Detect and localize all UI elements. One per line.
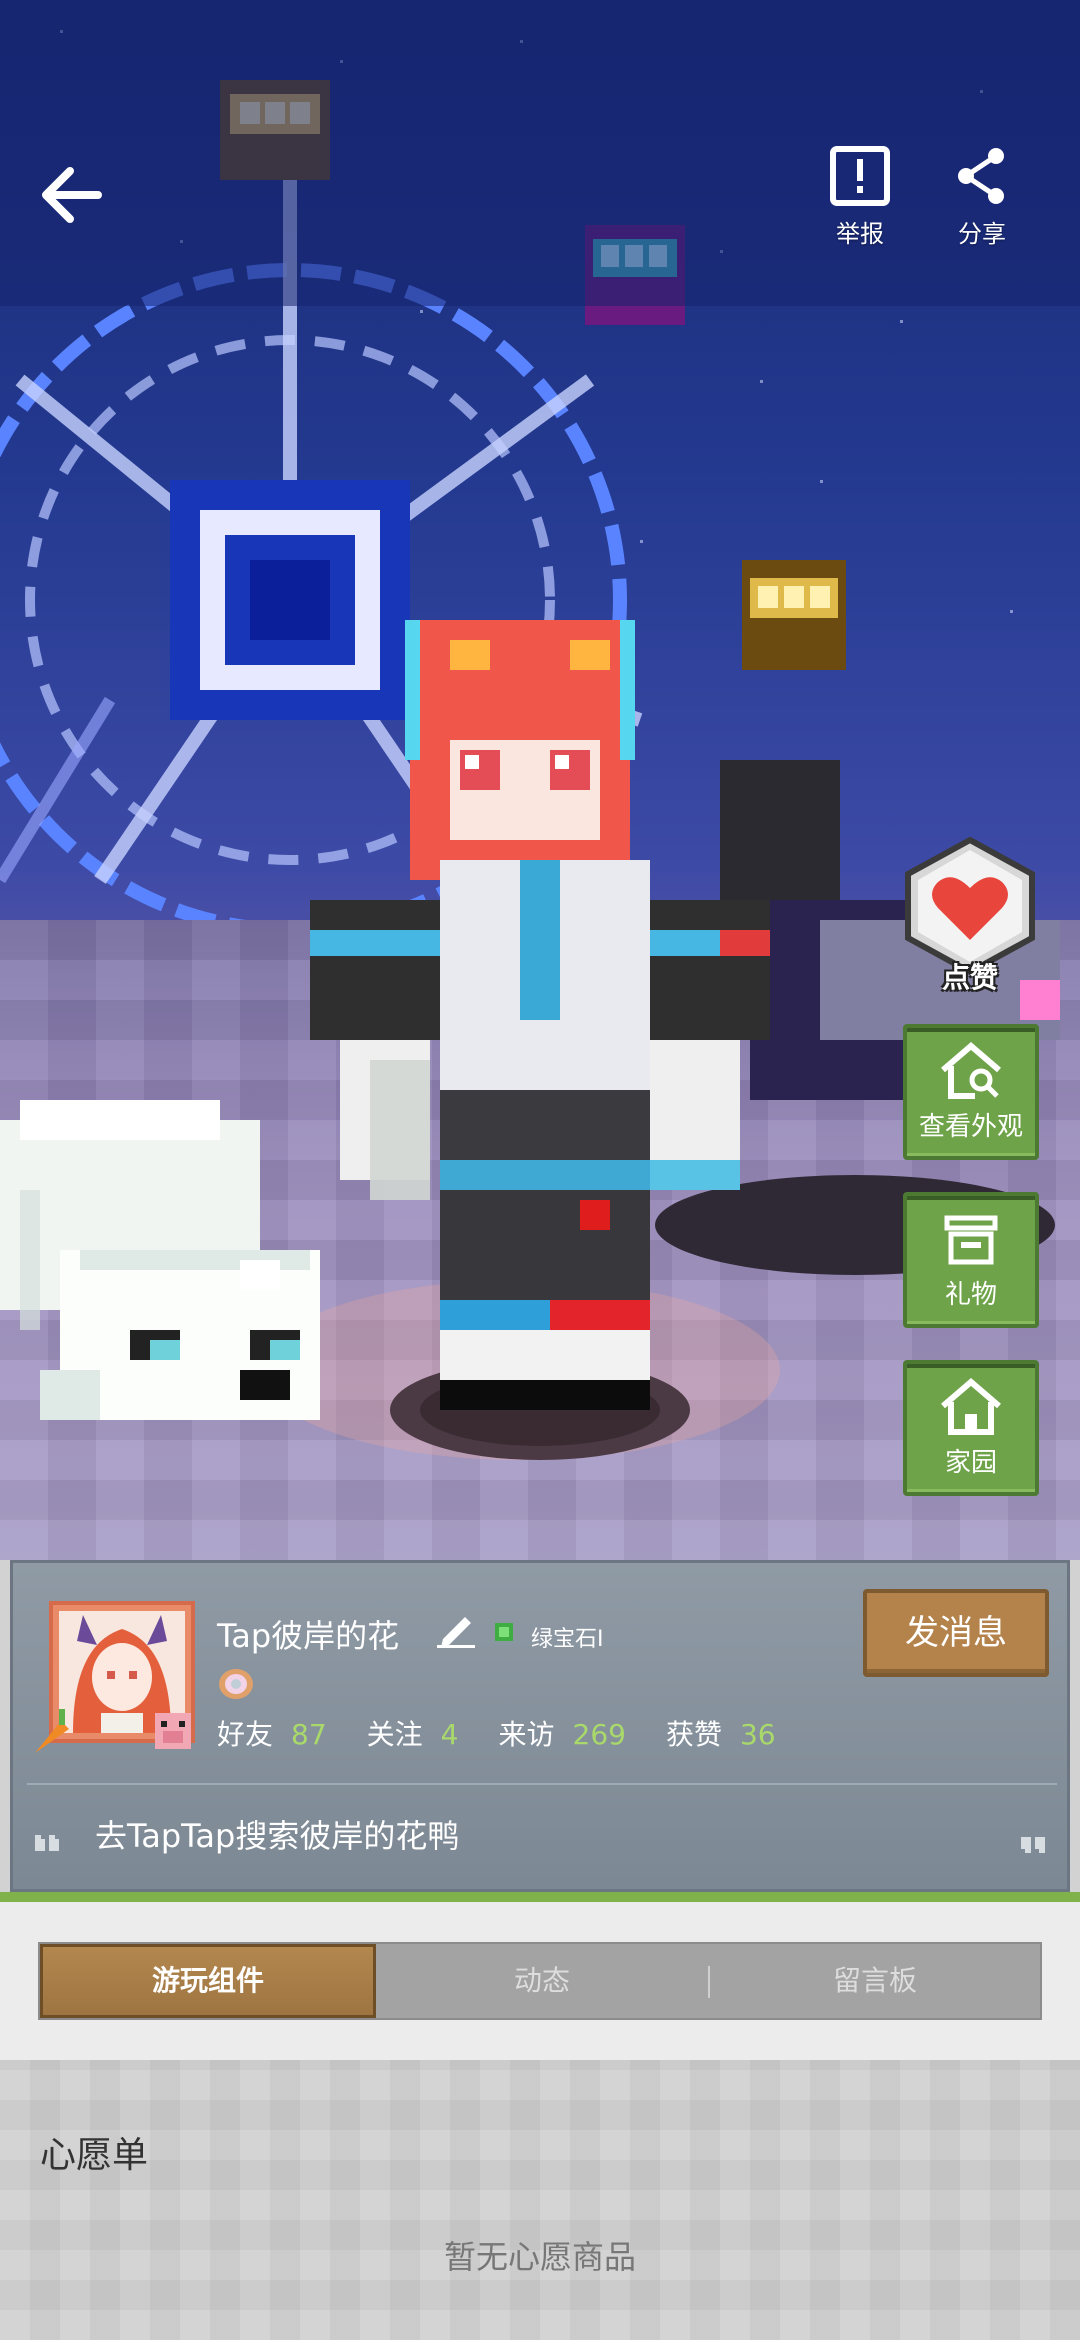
- home-label: 家园: [944, 1448, 997, 1478]
- share-label: 分享: [958, 220, 1006, 248]
- view-appearance-button[interactable]: 查看外观: [903, 1024, 1039, 1160]
- report-label: 举报: [836, 220, 884, 248]
- emerald-icon: [495, 1623, 513, 1641]
- gift-icon: [944, 1215, 998, 1265]
- shell-badge-icon: [219, 1669, 253, 1699]
- friends-label[interactable]: 好友: [217, 1718, 273, 1751]
- like-button[interactable]: 点赞: [900, 836, 1040, 996]
- wishlist-empty-text: 暂无心愿商品: [443, 2238, 636, 2276]
- home-icon: [941, 1378, 1001, 1435]
- back-button[interactable]: [38, 160, 108, 230]
- rank-label: 绿宝石I: [531, 1627, 604, 1652]
- likes-count: 36: [739, 1718, 776, 1751]
- send-message-button[interactable]: 发消息: [863, 1589, 1049, 1677]
- signature-text: 去TapTap搜索彼岸的花鸭: [95, 1817, 460, 1855]
- likes-label: 获赞: [665, 1718, 722, 1751]
- arrow-left-icon: [42, 167, 102, 223]
- visitors-count[interactable]: 269: [573, 1718, 626, 1751]
- wishlist-section: 心愿单 暂无心愿商品: [0, 2060, 1080, 2340]
- game-scene: 举报 分享 点赞 查看外观 礼物 家园: [0, 0, 1080, 1560]
- pig-icon: [155, 1713, 191, 1749]
- pencil-icon: [437, 1617, 475, 1648]
- following-label[interactable]: 关注: [367, 1718, 423, 1751]
- like-label: 点赞: [941, 961, 998, 994]
- visitors-label[interactable]: 来访: [499, 1718, 555, 1751]
- tab-message-board[interactable]: 留言板: [710, 1944, 1040, 2018]
- friends-count[interactable]: 87: [291, 1718, 327, 1751]
- stats-row: 好友 87 关注 4 来访 269 获赞 36: [217, 1713, 776, 1753]
- report-button[interactable]: 举报: [824, 146, 896, 249]
- wishlist-title: 心愿单: [40, 2135, 149, 2176]
- tab-play-components[interactable]: 游玩组件: [40, 1944, 376, 2018]
- hexagon-badge: [905, 836, 1035, 976]
- tab-bar: 游玩组件 动态 留言板: [38, 1942, 1042, 2020]
- tab-activity[interactable]: 动态: [376, 1944, 708, 2018]
- quote-open-icon: [35, 1835, 59, 1851]
- share-icon: [958, 148, 1004, 204]
- share-button[interactable]: 分享: [946, 146, 1018, 249]
- profile-card: Tap彼岸的花 绿宝石I 好友 87 关注 4 来访 269 获赞 36 发消息 去TapTa…: [10, 1560, 1070, 1892]
- card-bottom-accent: [0, 1892, 1080, 1902]
- following-count[interactable]: 4: [441, 1718, 459, 1751]
- exclamation-square-icon: [830, 146, 890, 206]
- player-character: [310, 620, 770, 1410]
- view-appearance-label: 查看外观: [918, 1112, 1023, 1142]
- edit-name-button[interactable]: [433, 1609, 477, 1653]
- gift-button[interactable]: 礼物: [903, 1192, 1039, 1328]
- polar-bear: [0, 1100, 320, 1420]
- house-search-icon: [941, 1042, 1001, 1099]
- home-button[interactable]: 家园: [903, 1360, 1039, 1496]
- quote-close-icon: [1021, 1837, 1045, 1853]
- gift-label: 礼物: [944, 1280, 997, 1310]
- carrot-icon: [35, 1709, 69, 1753]
- tab-bar-container: 游玩组件 动态 留言板: [0, 1902, 1080, 2060]
- username: Tap彼岸的花: [217, 1617, 400, 1655]
- card-divider: [27, 1783, 1057, 1785]
- top-bar: [0, 0, 1080, 306]
